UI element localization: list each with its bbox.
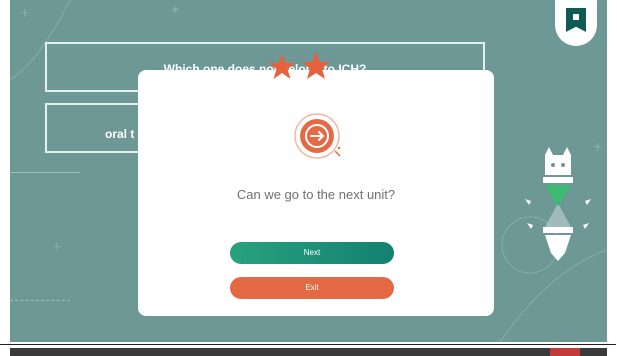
bookmark-button[interactable] (555, 0, 597, 46)
star-icon (302, 52, 330, 79)
dialog-prompt: Can we go to the next unit? (236, 187, 396, 202)
answer-option-text: oral t (105, 127, 135, 141)
bottom-bar (10, 348, 607, 356)
bottom-divider (0, 344, 616, 345)
next-button[interactable]: Next (230, 242, 394, 264)
star-icon (269, 54, 295, 79)
exit-button[interactable]: Exit (230, 277, 394, 299)
bottom-indicator (550, 348, 580, 356)
hourglass-mascot-icon (525, 147, 591, 261)
bookmark-icon (566, 8, 586, 32)
next-unit-dialog: Can we go to the next unit? Next Exit (138, 52, 494, 316)
unit-exit-icon (294, 113, 341, 159)
star-rating (269, 52, 330, 79)
